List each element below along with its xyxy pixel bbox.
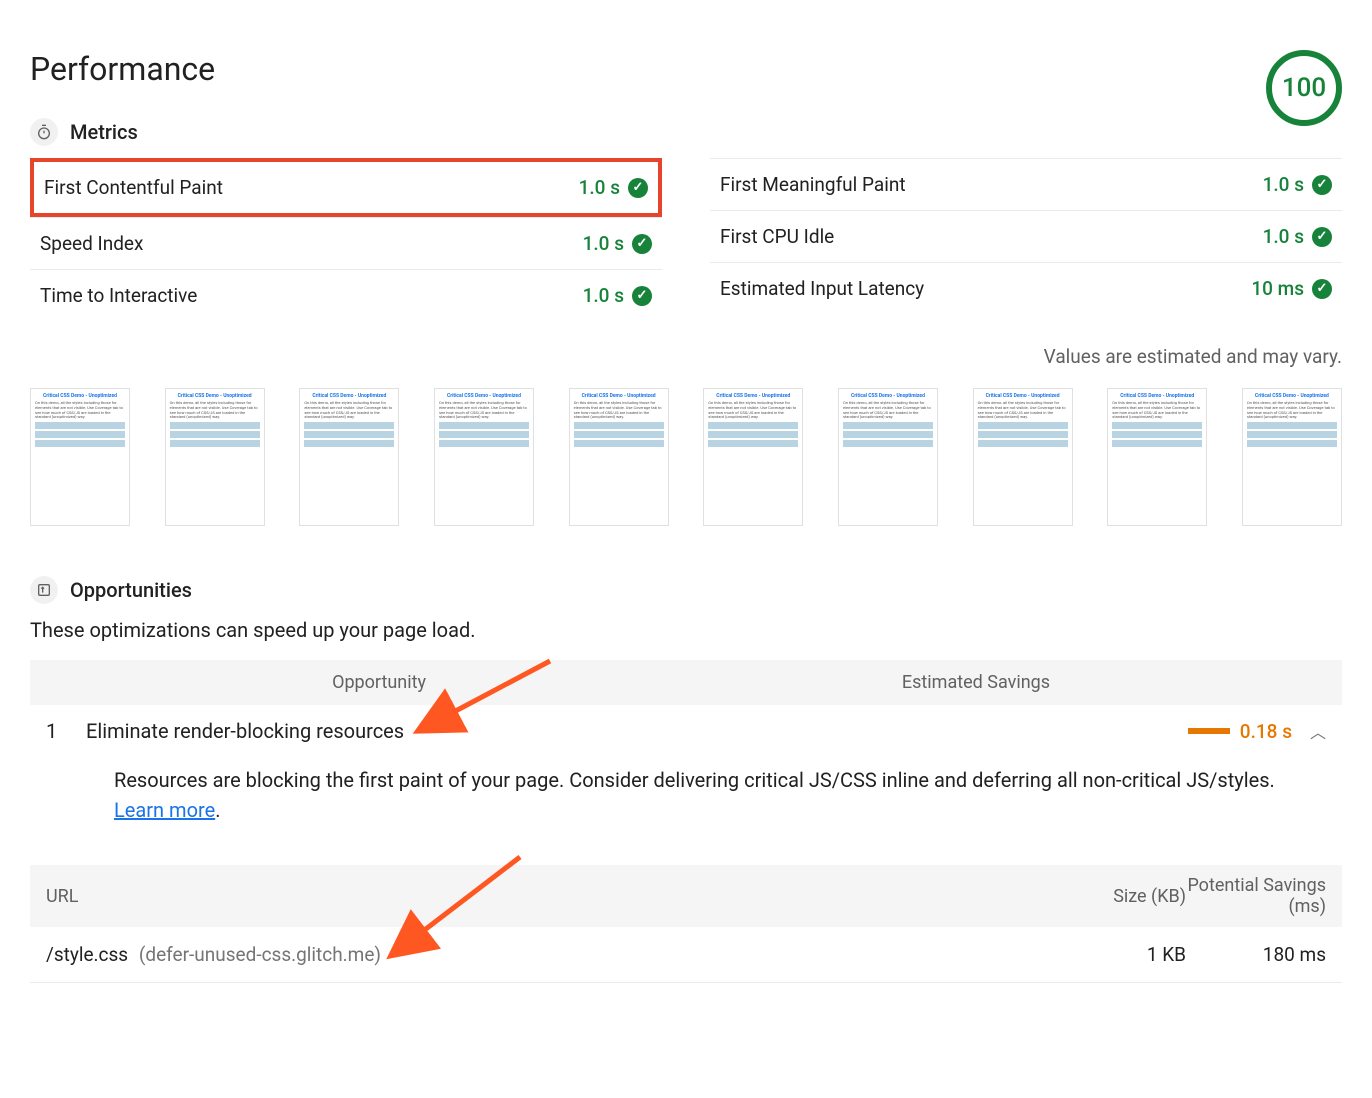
- opportunity-number: 1: [46, 719, 86, 743]
- sparkle-icon: [30, 576, 58, 604]
- opportunity-detail: Resources are blocking the first paint o…: [30, 757, 1342, 845]
- metric-value: 1.0 s: [1263, 225, 1304, 248]
- metric-label: Time to Interactive: [40, 284, 197, 307]
- header-opportunity: Opportunity: [46, 672, 426, 693]
- opportunity-detail-text: Resources are blocking the first paint o…: [114, 768, 1275, 792]
- check-icon: [632, 286, 652, 306]
- period: .: [215, 798, 220, 822]
- metric-first-meaningful-paint[interactable]: First Meaningful Paint 1.0 s: [710, 158, 1342, 210]
- opportunities-description: These optimizations can speed up your pa…: [30, 618, 1342, 642]
- filmstrip-frame: Critical CSS Demo - UnoptimizedOn this d…: [703, 388, 803, 526]
- filmstrip-frame: Critical CSS Demo - UnoptimizedOn this d…: [569, 388, 669, 526]
- opportunities-title: Opportunities: [70, 578, 192, 602]
- header-potential-savings: Potential Savings (ms): [1186, 875, 1326, 917]
- opportunity-row[interactable]: 1 Eliminate render-blocking resources 0.…: [30, 705, 1342, 757]
- metric-speed-index[interactable]: Speed Index 1.0 s: [30, 217, 662, 269]
- opportunities-table-header: Opportunity Estimated Savings: [30, 660, 1342, 705]
- metric-estimated-input-latency[interactable]: Estimated Input Latency 10 ms: [710, 262, 1342, 314]
- metric-label: Speed Index: [40, 232, 143, 255]
- opportunity-name: Eliminate render-blocking resources: [86, 719, 1188, 743]
- url-savings: 180 ms: [1186, 943, 1326, 966]
- metric-time-to-interactive[interactable]: Time to Interactive 1.0 s: [30, 269, 662, 321]
- header-url: URL: [46, 886, 1056, 907]
- metrics-footnote: Values are estimated and may vary.: [30, 345, 1342, 368]
- metric-first-cpu-idle[interactable]: First CPU Idle 1.0 s: [710, 210, 1342, 262]
- metrics-title: Metrics: [70, 120, 138, 144]
- url-path: /style.css: [46, 943, 128, 966]
- filmstrip-frame: Critical CSS Demo - UnoptimizedOn this d…: [299, 388, 399, 526]
- metric-label: First Meaningful Paint: [720, 173, 906, 196]
- check-icon: [1312, 175, 1332, 195]
- metric-value: 1.0 s: [579, 176, 620, 199]
- url-table-header: URL Size (KB) Potential Savings (ms): [30, 865, 1342, 927]
- metric-value: 1.0 s: [1263, 173, 1304, 196]
- page-title: Performance: [30, 50, 215, 88]
- learn-more-link[interactable]: Learn more: [114, 798, 215, 822]
- metric-value: 1.0 s: [583, 284, 624, 307]
- filmstrip-frame: Critical CSS Demo - UnoptimizedOn this d…: [838, 388, 938, 526]
- metric-label: First Contentful Paint: [44, 176, 223, 199]
- check-icon: [1312, 227, 1332, 247]
- chevron-up-icon[interactable]: ︿: [1310, 719, 1326, 743]
- savings-bar: [1188, 728, 1230, 734]
- filmstrip-frame: Critical CSS Demo - UnoptimizedOn this d…: [30, 388, 130, 526]
- opportunities-section-header: Opportunities: [30, 576, 1342, 604]
- savings-time: 0.18 s: [1240, 720, 1292, 743]
- filmstrip-frame: Critical CSS Demo - UnoptimizedOn this d…: [1242, 388, 1342, 526]
- performance-score: 100: [1266, 50, 1342, 126]
- metric-value: 10 ms: [1251, 277, 1304, 300]
- filmstrip-frame: Critical CSS Demo - UnoptimizedOn this d…: [434, 388, 534, 526]
- metric-label: Estimated Input Latency: [720, 277, 924, 300]
- url-size: 1 KB: [1056, 943, 1186, 966]
- filmstrip-frame: Critical CSS Demo - UnoptimizedOn this d…: [973, 388, 1073, 526]
- header-size: Size (KB): [1056, 886, 1186, 907]
- filmstrip: Critical CSS Demo - UnoptimizedOn this d…: [30, 388, 1342, 526]
- metrics-section-header: Metrics: [30, 118, 215, 146]
- check-icon: [1312, 279, 1332, 299]
- url-row[interactable]: /style.css (defer-unused-css.glitch.me) …: [30, 927, 1342, 983]
- header-savings: Estimated Savings: [426, 672, 1326, 693]
- metric-value: 1.0 s: [583, 232, 624, 255]
- url-host: (defer-unused-css.glitch.me): [139, 943, 381, 966]
- stopwatch-icon: [30, 118, 58, 146]
- check-icon: [628, 178, 648, 198]
- filmstrip-frame: Critical CSS Demo - UnoptimizedOn this d…: [165, 388, 265, 526]
- metric-first-contentful-paint[interactable]: First Contentful Paint 1.0 s: [30, 158, 662, 217]
- filmstrip-frame: Critical CSS Demo - UnoptimizedOn this d…: [1107, 388, 1207, 526]
- check-icon: [632, 234, 652, 254]
- metric-label: First CPU Idle: [720, 225, 834, 248]
